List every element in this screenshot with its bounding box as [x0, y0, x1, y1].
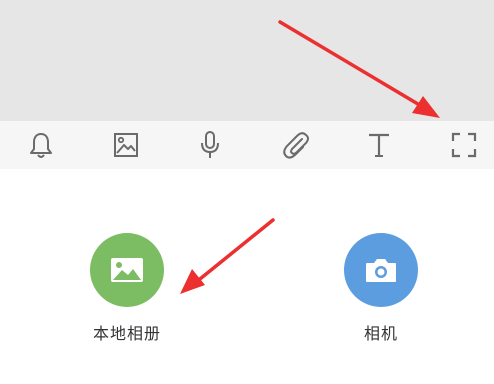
camera-circle[interactable] — [344, 233, 418, 307]
editor-toolbar — [0, 121, 494, 169]
image-icon — [111, 258, 143, 282]
bell-icon[interactable] — [25, 129, 57, 161]
image-icon[interactable] — [110, 129, 142, 161]
fullscreen-icon[interactable] — [448, 129, 480, 161]
paperclip-icon[interactable] — [280, 129, 312, 161]
text-icon[interactable] — [363, 129, 395, 161]
local-album-button[interactable]: 本地相册 — [67, 233, 187, 344]
attachment-panel: 本地相册 相机 — [0, 169, 494, 384]
camera-label: 相机 — [363, 324, 398, 343]
local-album-label: 本地相册 — [92, 324, 161, 343]
camera-button[interactable]: 相机 — [321, 233, 441, 344]
content-area — [0, 0, 494, 121]
microphone-icon[interactable] — [194, 129, 226, 161]
camera-icon — [366, 259, 396, 282]
local-album-circle[interactable] — [90, 233, 164, 307]
